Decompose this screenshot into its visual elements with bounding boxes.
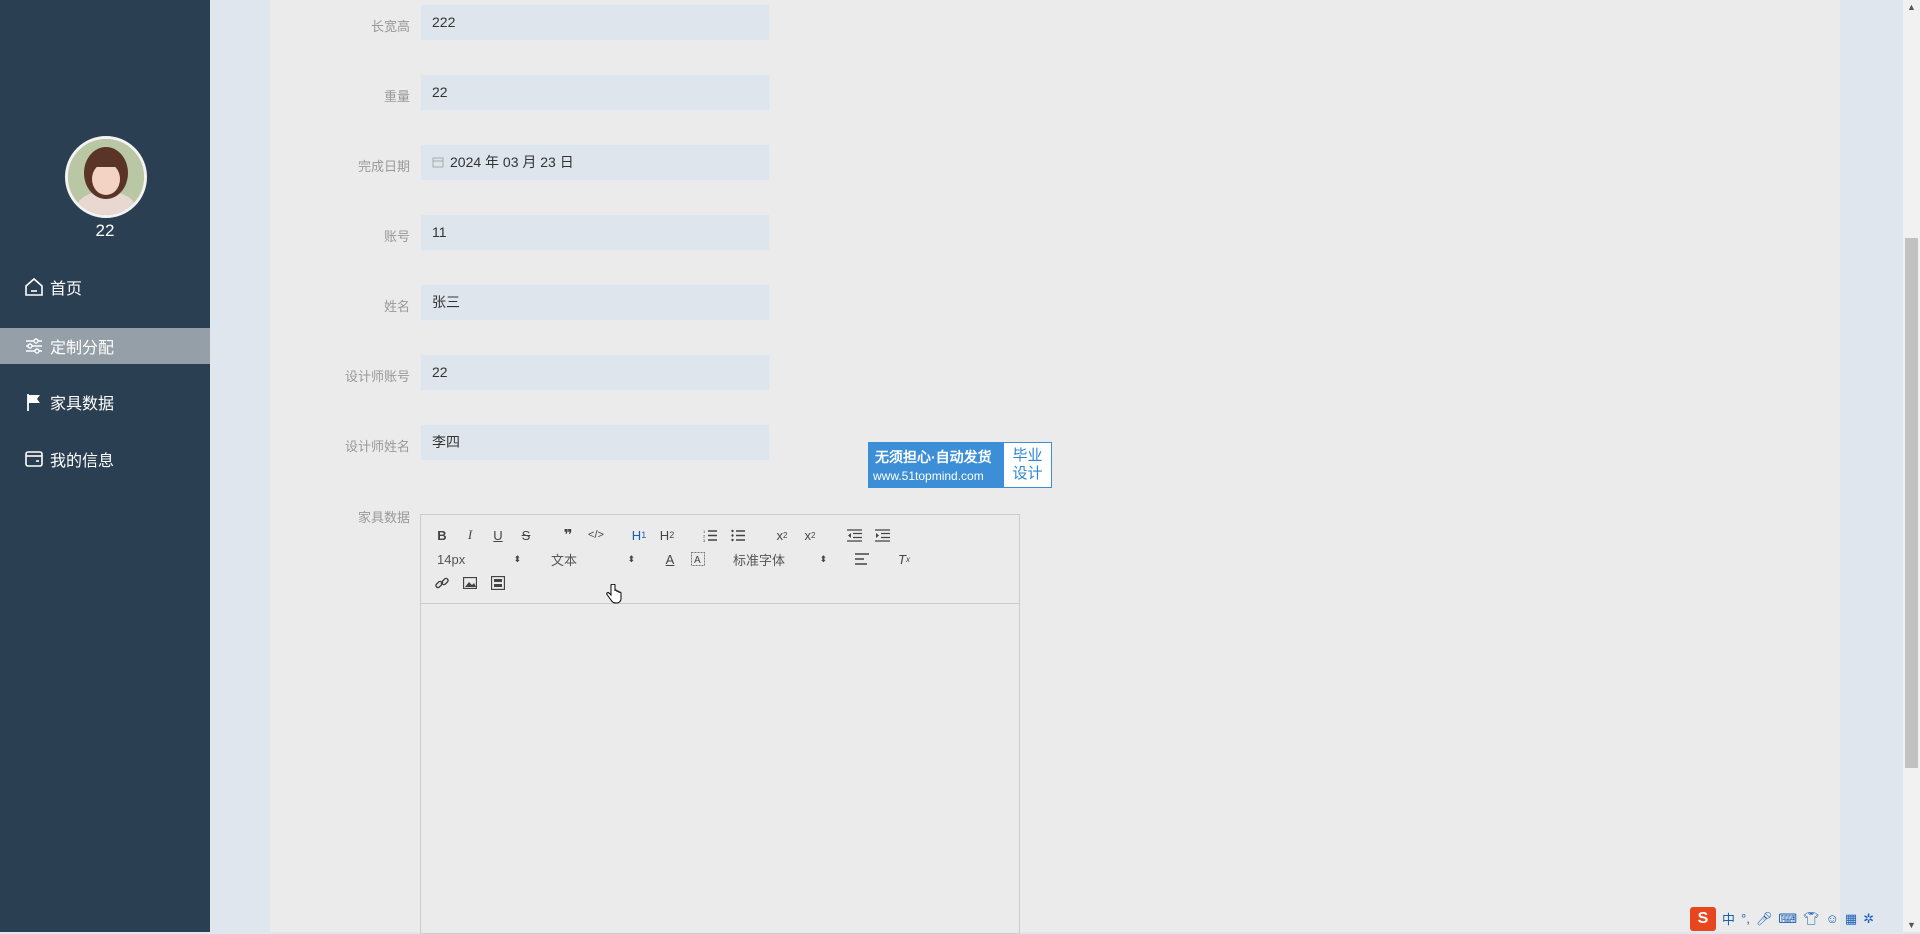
name-input[interactable]: 张三 [420, 284, 770, 321]
sogou-logo-icon[interactable]: S [1690, 906, 1716, 931]
h1-button[interactable]: H1 [629, 525, 649, 545]
link-icon[interactable] [433, 573, 451, 593]
robot-icon[interactable]: ☺︎ [1826, 911, 1839, 926]
dimensions-label: 长宽高 [370, 19, 410, 34]
avatar[interactable] [65, 136, 147, 218]
ime-toolbar: S 中 °, 🎤︎ ⌨︎ 👕︎ ☺︎ ▦ ✲ [1690, 905, 1902, 932]
completion-date-label: 完成日期 [357, 159, 410, 174]
scroll-up-icon[interactable]: ▲ [1906, 2, 1917, 12]
watermark-line1: 无须担心·自动发货 [875, 449, 992, 465]
keyboard-icon[interactable]: ⌨︎ [1778, 911, 1797, 927]
hand-cursor-icon [606, 583, 622, 609]
sidebar-item-my-info[interactable]: 我的信息 [0, 441, 210, 477]
username-label: 22 [95, 221, 115, 240]
image-icon[interactable] [461, 573, 479, 593]
wallet-icon [22, 447, 46, 471]
sidebar-item-label: 首页 [50, 281, 83, 298]
microphone-icon[interactable]: 🎤︎ [1756, 911, 1773, 927]
size-select-value: 14px [437, 551, 466, 567]
sidebar-item-label: 定制分配 [50, 340, 115, 357]
select-arrows-icon: ⬍ [819, 553, 827, 564]
header-select-value: 文本 [551, 552, 578, 568]
watermark-line2: www.51topmind.com [873, 469, 984, 483]
watermark-right-line2: 设计 [1012, 465, 1043, 482]
designer-account-input[interactable]: 22 [420, 354, 770, 391]
select-arrows-icon: ⬍ [513, 553, 521, 564]
watermark-right-line1: 毕业 [1012, 447, 1043, 464]
watermark-left: 无须担心·自动发货 www.51topmind.com [869, 443, 1003, 487]
ime-punctuation[interactable]: °, [1741, 911, 1750, 926]
ime-language[interactable]: 中 [1722, 909, 1735, 928]
scrollbar-thumb[interactable] [1905, 238, 1918, 768]
editor-content-area[interactable] [421, 604, 1019, 933]
bold-button[interactable]: B [433, 525, 451, 545]
watermark-right: 毕业 设计 [1004, 443, 1051, 487]
h2-button[interactable]: H2 [657, 525, 677, 545]
account-input[interactable]: 11 [420, 214, 770, 251]
designer-account-label: 设计师账号 [344, 369, 410, 384]
italic-button[interactable]: I [461, 525, 479, 545]
editor-toolbar: B I U S ❞ </> H1 H2 123 x2 x2 14px ⬍ 文本 ⬍ … [421, 515, 1019, 604]
superscript-button[interactable]: x2 [801, 525, 819, 545]
sidebar-item-label: 我的信息 [50, 453, 115, 470]
select-arrows-icon: ⬍ [627, 553, 635, 564]
sidebar: 22 首页 定制分配 家具数据 我的信息 [0, 0, 210, 932]
weight-input[interactable]: 22 [420, 74, 770, 111]
ordered-list-icon[interactable]: 123 [701, 525, 719, 545]
furniture-data-label: 家具数据 [357, 510, 410, 525]
dimensions-input[interactable]: 222 [420, 4, 770, 41]
scroll-down-icon[interactable]: ▼ [1906, 920, 1917, 930]
sidebar-item-custom-allocation[interactable]: 定制分配 [0, 328, 210, 364]
video-icon[interactable] [489, 573, 507, 593]
subscript-button[interactable]: x2 [773, 525, 791, 545]
calendar-icon [432, 146, 444, 181]
code-block-icon[interactable]: </> [587, 525, 605, 545]
clean-format-button[interactable]: Tx [895, 549, 913, 569]
svg-text:A: A [694, 555, 701, 566]
settings-icon[interactable]: ✲ [1863, 911, 1874, 927]
strike-button[interactable]: S [517, 525, 535, 545]
name-label: 姓名 [383, 299, 410, 314]
font-select-value: 标准字体 [733, 552, 786, 568]
flag-icon [22, 390, 46, 414]
underline-button[interactable]: U [489, 525, 507, 545]
sidebar-item-label: 家具数据 [50, 396, 115, 413]
sliders-icon [22, 334, 46, 358]
rich-text-editor: B I U S ❞ </> H1 H2 123 x2 x2 14px ⬍ 文本 ⬍ … [420, 514, 1020, 934]
scrollbar[interactable]: ▲ ▼ [1903, 0, 1920, 932]
blockquote-icon[interactable]: ❞ [559, 525, 577, 545]
watermark-banner[interactable]: 无须担心·自动发货 www.51topmind.com 毕业 设计 [868, 442, 1052, 488]
size-select[interactable]: 14px ⬍ [437, 549, 521, 569]
background-color-icon[interactable]: A [689, 549, 707, 569]
grid-icon[interactable]: ▦ [1845, 911, 1857, 927]
align-icon[interactable] [853, 549, 871, 569]
weight-label: 重量 [383, 89, 410, 104]
indent-icon[interactable] [873, 525, 891, 545]
completion-date-input[interactable]: 2024 年 03 月 23 日 [420, 144, 770, 181]
sidebar-item-home[interactable]: 首页 [0, 269, 210, 305]
svg-text:3: 3 [703, 538, 706, 542]
completion-date-value: 2024 年 03 月 23 日 [450, 154, 574, 170]
skin-icon[interactable]: 👕︎ [1803, 911, 1820, 927]
home-icon [22, 275, 46, 299]
outdent-icon[interactable] [845, 525, 863, 545]
bullet-list-icon[interactable] [729, 525, 747, 545]
font-select[interactable]: 标准字体 ⬍ [733, 549, 827, 569]
designer-name-input[interactable]: 李四 [420, 424, 770, 461]
sidebar-item-furniture-data[interactable]: 家具数据 [0, 384, 210, 420]
account-label: 账号 [383, 229, 410, 244]
header-select[interactable]: 文本 ⬍ [551, 549, 635, 569]
font-color-button[interactable]: A [661, 549, 679, 569]
designer-name-label: 设计师姓名 [344, 439, 410, 454]
